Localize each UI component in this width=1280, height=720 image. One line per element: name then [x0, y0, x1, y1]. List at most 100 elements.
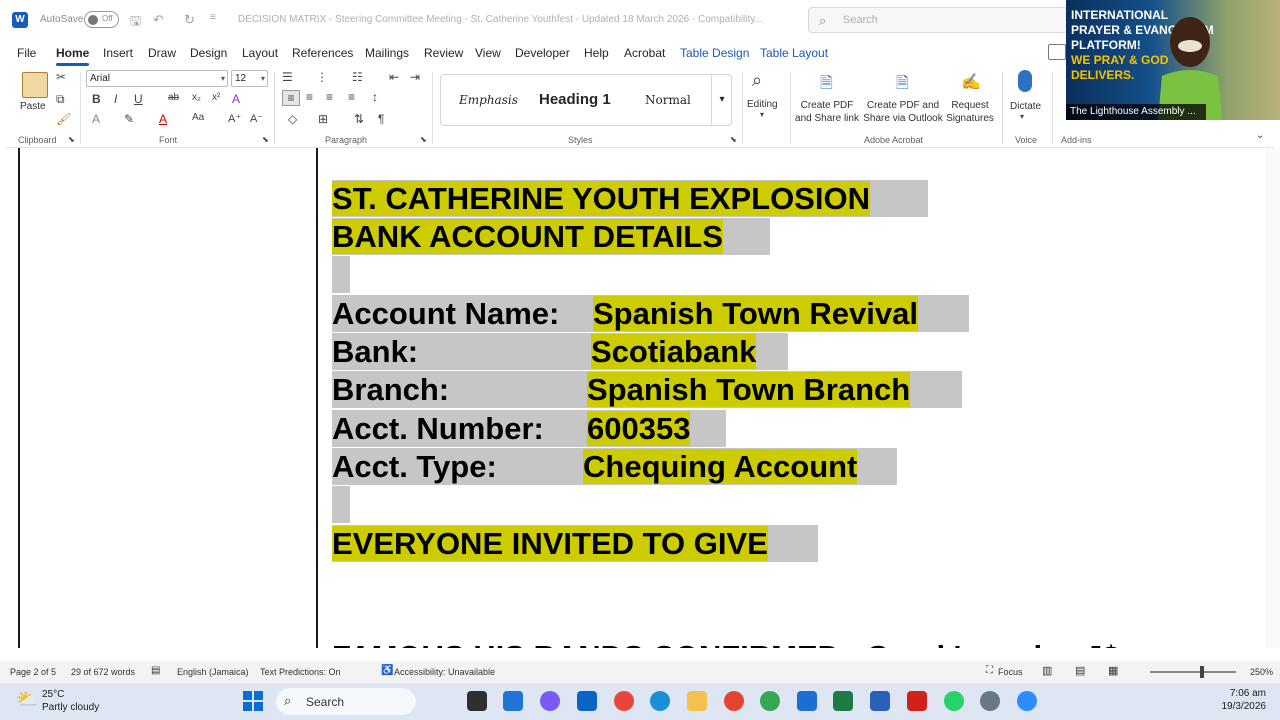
font-color-icon[interactable]: A [159, 112, 167, 126]
print-layout-icon[interactable]: ▤ [1075, 664, 1085, 677]
borders-icon[interactable]: ⊞ [318, 112, 328, 126]
whatsapp-icon[interactable] [944, 691, 964, 711]
zoom-app-icon[interactable] [1017, 691, 1037, 711]
page-count[interactable]: Page 2 of 5 [10, 667, 56, 677]
paste-icon[interactable] [22, 72, 48, 98]
change-case-icon[interactable]: Aa [192, 112, 204, 123]
create-pdf-outlook[interactable]: Create PDF and Share via Outlook [862, 99, 944, 125]
zoom-level[interactable]: 250% [1250, 667, 1273, 677]
style-heading-1[interactable]: Heading 1 [539, 91, 611, 108]
strikethrough-icon[interactable]: ab [168, 92, 179, 103]
document-canvas[interactable]: ST. CATHERINE YOUTH EXPLOSION BANK ACCOU… [0, 148, 1280, 648]
numbering-icon[interactable]: ⋮ [316, 70, 328, 84]
align-left-icon[interactable]: ≡ [282, 90, 300, 106]
excel-icon[interactable] [833, 691, 853, 711]
weather-icon[interactable]: ⛅ [16, 689, 38, 710]
tab-review[interactable]: Review [424, 46, 463, 60]
chrome-icon[interactable] [614, 691, 634, 711]
style-emphasis[interactable]: Emphasis [459, 93, 518, 107]
superscript-icon[interactable]: x² [212, 92, 220, 103]
bold-icon[interactable]: B [92, 92, 101, 106]
dictate-label[interactable]: Dictate [1010, 100, 1041, 113]
sort-icon[interactable]: ⇅ [354, 112, 364, 126]
outlook-icon[interactable] [577, 691, 597, 711]
paragraph-launcher-icon[interactable]: ⬊ [420, 135, 427, 144]
tab-file[interactable]: File [17, 46, 36, 60]
app-icon[interactable] [797, 691, 817, 711]
increase-indent-icon[interactable]: ⇥ [410, 70, 420, 84]
line-spacing-icon[interactable]: ↕ [372, 90, 378, 104]
tab-developer[interactable]: Developer [515, 46, 570, 60]
font-launcher-icon[interactable]: ⬊ [262, 135, 269, 144]
styles-more-icon[interactable]: ▾ [711, 75, 732, 125]
format-painter-icon[interactable]: 🖌 [56, 112, 71, 126]
zoom-slider-thumb[interactable] [1200, 666, 1204, 678]
search-icon[interactable]: ⌕ [752, 70, 762, 91]
subscript-icon[interactable]: x₂ [192, 92, 201, 103]
acrobat-icon[interactable] [724, 691, 744, 711]
focus-mode[interactable]: Focus [998, 667, 1023, 677]
justify-icon[interactable]: ≡ [348, 90, 355, 104]
show-formatting-icon[interactable]: ¶ [378, 112, 384, 126]
settings-icon[interactable] [980, 691, 1000, 711]
decrease-indent-icon[interactable]: ⇤ [389, 70, 399, 84]
zoom-slider[interactable] [1150, 671, 1236, 673]
microphone-icon[interactable] [1018, 70, 1032, 92]
video-participant-tile[interactable]: INTERNATIONAL PRAYER & EVANGELISM PLATFO… [1066, 0, 1280, 120]
create-pdf-share-link[interactable]: Create PDF and Share link [794, 99, 860, 125]
comments-icon[interactable] [1048, 44, 1066, 60]
pdf-outlook-icon[interactable]: 🗎 [896, 72, 909, 99]
tab-draw[interactable]: Draw [148, 46, 176, 60]
redo-icon[interactable]: ↻ [184, 12, 195, 28]
widgets-icon[interactable] [503, 691, 523, 711]
web-layout-icon[interactable]: ▦ [1108, 664, 1118, 677]
customize-toolbar-icon[interactable]: ≡ [210, 12, 216, 23]
font-name-field[interactable]: Arial ▾ [86, 70, 228, 87]
align-center-icon[interactable]: ≡ [306, 90, 313, 104]
copilot-icon[interactable] [540, 691, 560, 711]
tab-view[interactable]: View [475, 46, 501, 60]
tab-insert[interactable]: Insert [103, 46, 133, 60]
language[interactable]: English (Jamaica) [177, 667, 249, 677]
proofing-icon[interactable]: ▤ [151, 665, 160, 676]
grow-font-icon[interactable]: A⁺ [228, 112, 241, 125]
style-normal[interactable]: Normal [645, 93, 691, 107]
italic-icon[interactable]: I [114, 92, 117, 106]
tab-mailings[interactable]: Mailings [365, 46, 409, 60]
undo-icon[interactable]: ↶ [153, 12, 164, 28]
vertical-scrollbar[interactable] [1266, 148, 1280, 648]
collapse-ribbon-icon[interactable]: ⌄ [1256, 130, 1264, 141]
pdf-share-icon[interactable]: 🗎 [820, 72, 833, 99]
shrink-font-icon[interactable]: A⁻ [250, 112, 263, 125]
pdf-app-icon[interactable] [907, 691, 927, 711]
clipboard-launcher-icon[interactable]: ⬊ [68, 135, 75, 144]
highlight-color-icon[interactable]: ✎ [124, 112, 134, 126]
accessibility-status[interactable]: Accessibility: Unavailable [394, 667, 495, 677]
tab-home[interactable]: Home [56, 46, 90, 66]
save-icon[interactable]: 🖫 [130, 12, 141, 34]
request-signatures[interactable]: Request Signatures [944, 99, 996, 125]
read-mode-icon[interactable]: ▥ [1042, 664, 1052, 677]
bullets-icon[interactable]: ☰ [282, 70, 293, 84]
word-count[interactable]: 29 of 672 words [71, 667, 135, 677]
font-size-field[interactable]: 12 ▾ [231, 70, 268, 87]
title-search-box[interactable]: ⌕ Search [808, 7, 1068, 33]
chrome-profile-icon[interactable] [760, 691, 780, 711]
system-clock[interactable]: 7:06 am 19/3/2026 [1216, 687, 1267, 713]
shading-icon[interactable]: ◇ [288, 112, 297, 126]
tab-design[interactable]: Design [190, 46, 227, 60]
underline-icon[interactable]: U [134, 92, 143, 106]
copy-icon[interactable]: ⧉ [56, 92, 65, 107]
text-predictions[interactable]: Text Predictions: On [260, 667, 341, 677]
tab-acrobat[interactable]: Acrobat [624, 46, 665, 60]
tab-layout[interactable]: Layout [242, 46, 278, 60]
tab-references[interactable]: References [292, 46, 353, 60]
signature-icon[interactable]: ✍ [961, 72, 981, 92]
word-icon[interactable] [870, 691, 890, 711]
task-view-icon[interactable] [467, 691, 487, 711]
tab-help[interactable]: Help [584, 46, 609, 60]
cut-icon[interactable]: ✂ [56, 70, 66, 84]
file-explorer-icon[interactable] [687, 691, 707, 711]
edge-icon[interactable] [650, 691, 670, 711]
clear-formatting-icon[interactable]: A [232, 92, 240, 106]
